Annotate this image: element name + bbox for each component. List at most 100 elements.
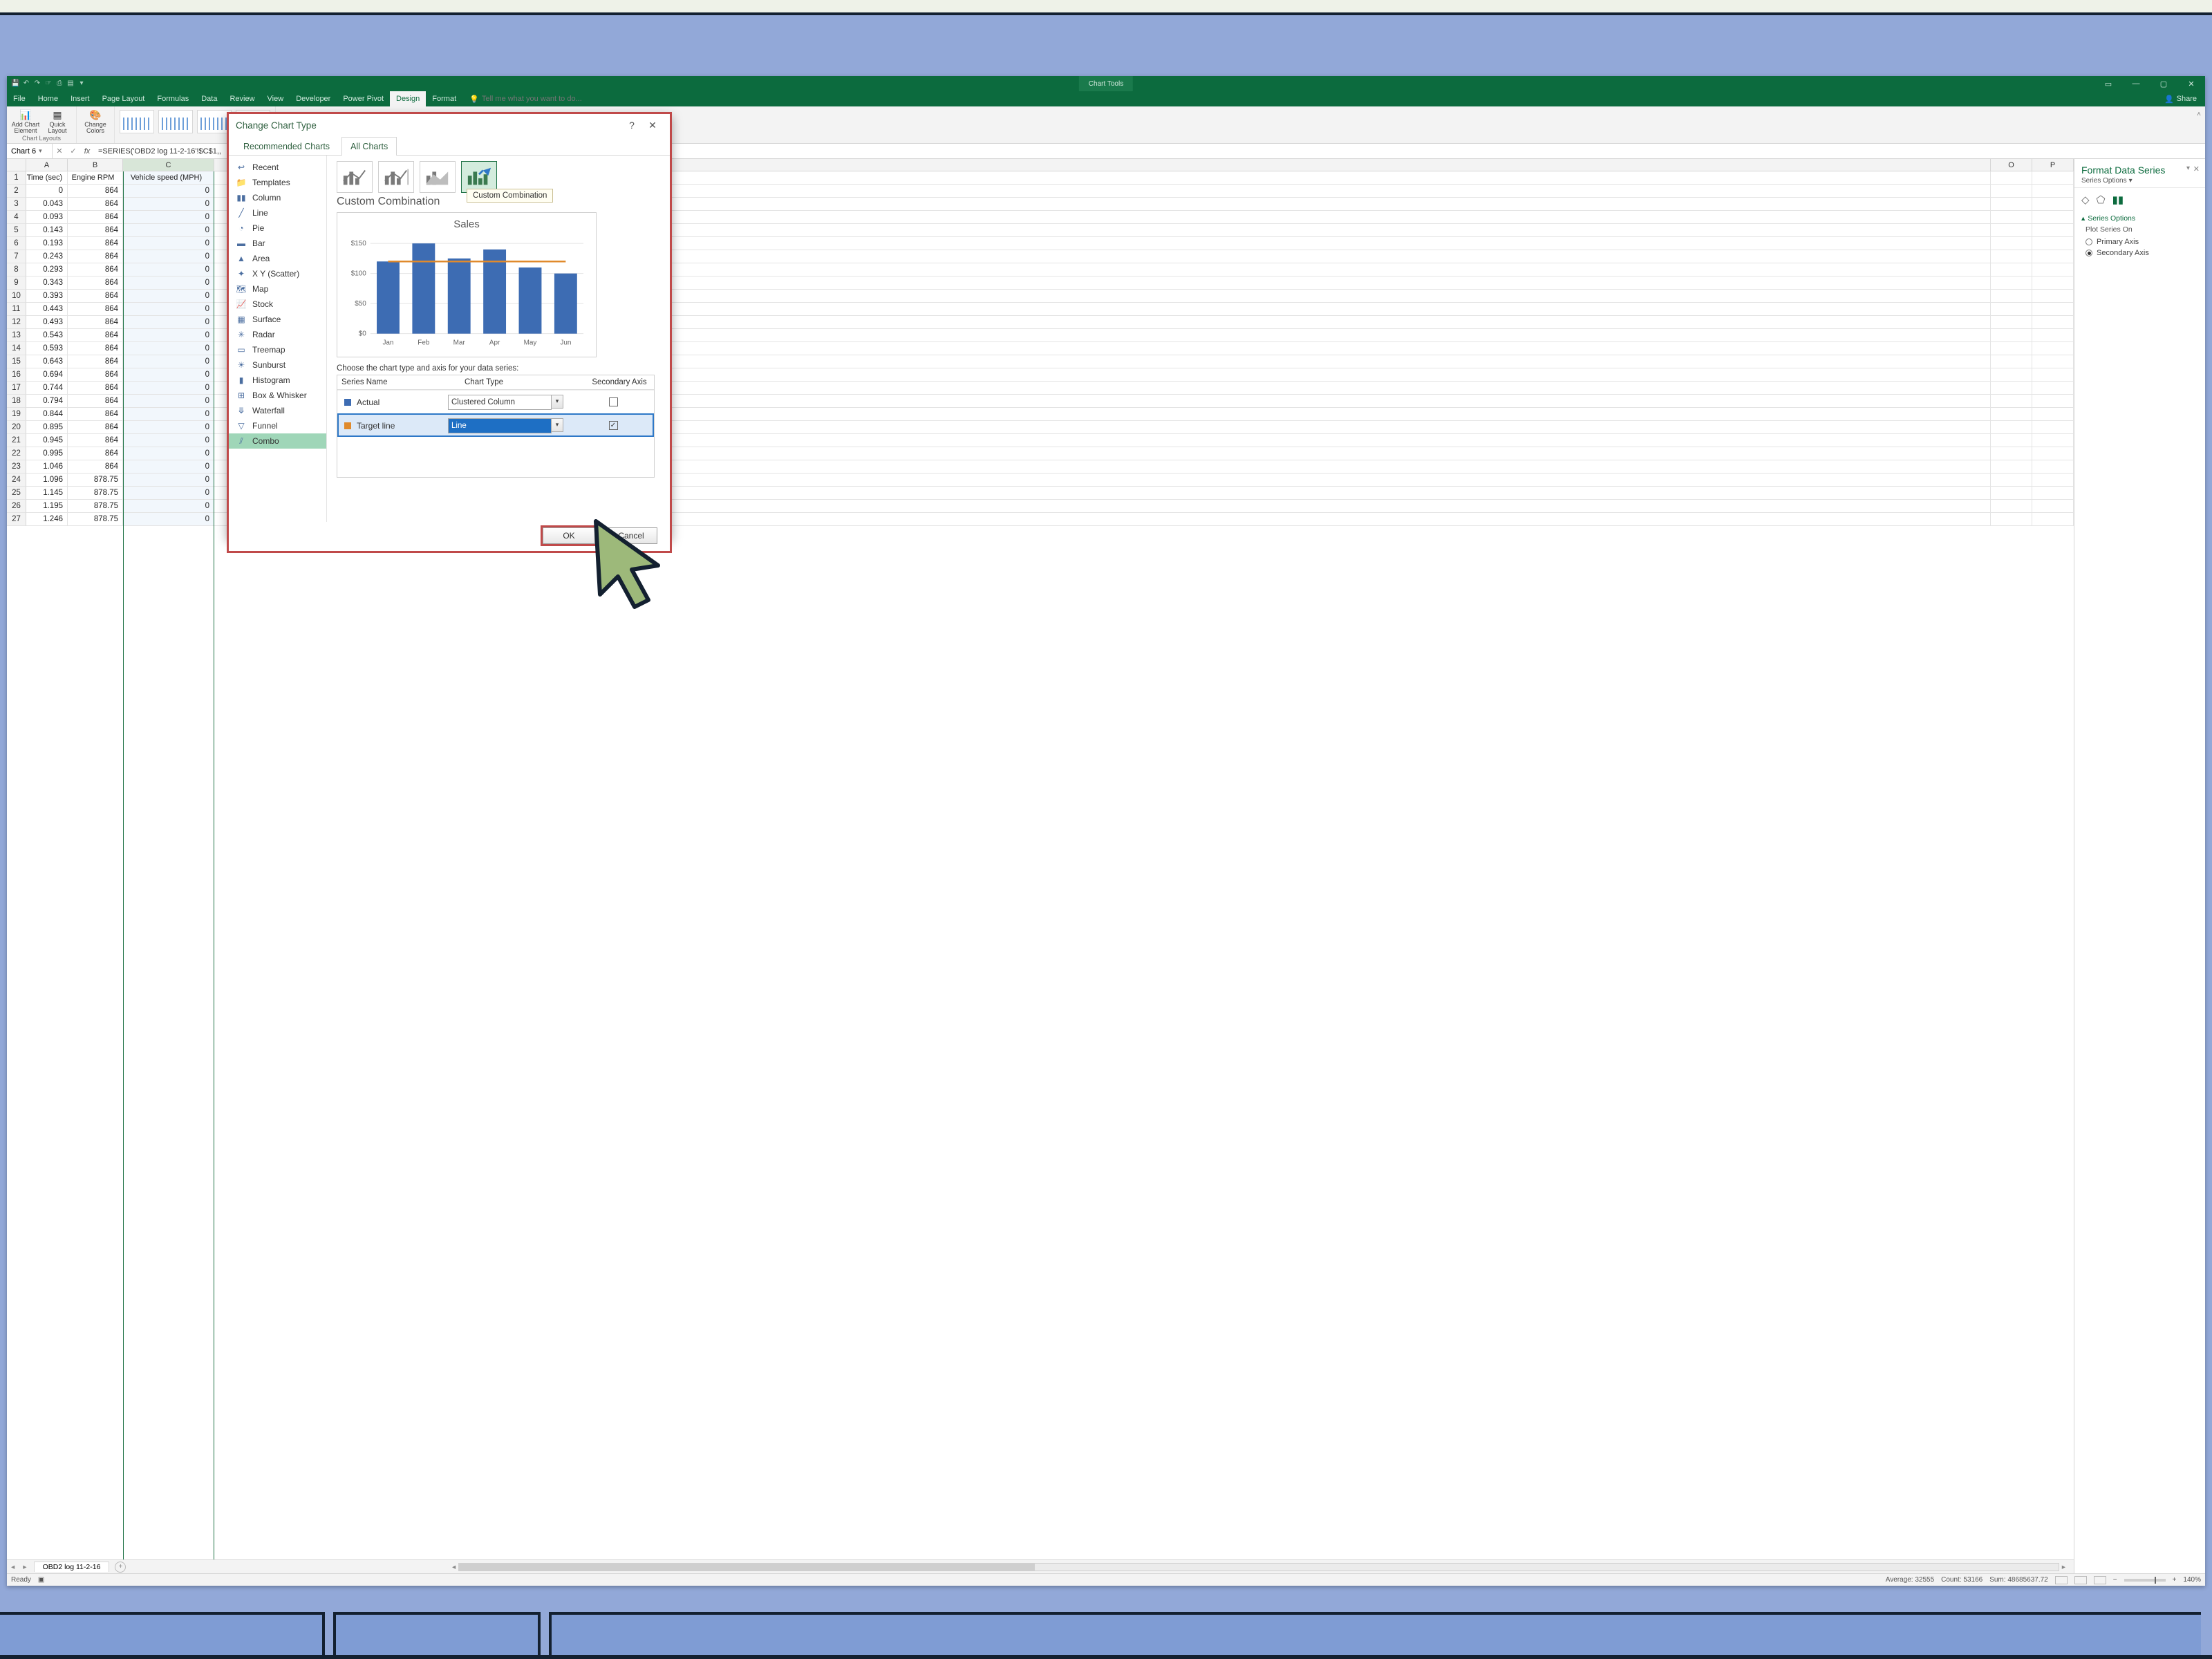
chart-category-treemap[interactable]: ▭Treemap — [229, 342, 326, 357]
row-header[interactable]: 21 — [7, 434, 26, 447]
col-header-C[interactable]: C — [123, 159, 214, 171]
dialog-tab-all-charts[interactable]: All Charts — [341, 137, 397, 156]
cell[interactable] — [2032, 395, 2074, 408]
cell[interactable]: 0 — [123, 368, 214, 382]
cell[interactable]: 0.293 — [26, 263, 68, 276]
sheet-nav-prev-icon[interactable]: ◂ — [7, 1563, 19, 1571]
secondary-axis-radio[interactable]: Secondary Axis — [2086, 247, 2194, 259]
cell[interactable]: Engine RPM — [68, 171, 123, 185]
row-header[interactable]: 3 — [7, 198, 26, 211]
zoom-in-button[interactable]: + — [2173, 1576, 2177, 1584]
cell[interactable]: 0 — [26, 185, 68, 198]
cell[interactable]: 0 — [123, 263, 214, 276]
cell[interactable] — [1991, 290, 2032, 303]
row-header[interactable]: 8 — [7, 263, 26, 276]
cell[interactable]: 0 — [123, 250, 214, 263]
cell[interactable] — [1991, 500, 2032, 513]
cell[interactable]: 864 — [68, 316, 123, 329]
cell[interactable]: 0 — [123, 303, 214, 316]
cell[interactable]: 0.043 — [26, 198, 68, 211]
row-header[interactable]: 22 — [7, 447, 26, 460]
cell[interactable] — [1991, 250, 2032, 263]
cell[interactable]: 0.694 — [26, 368, 68, 382]
quick-layout-button[interactable]: ▦ Quick Layout — [43, 109, 72, 135]
chart-category-pie[interactable]: ◔Pie — [229, 221, 326, 236]
sheet-tab[interactable]: OBD2 log 11-2-16 — [34, 1562, 110, 1572]
cell[interactable]: 0 — [123, 316, 214, 329]
ribbon-tab-insert[interactable]: Insert — [64, 91, 96, 106]
cell[interactable] — [1991, 303, 2032, 316]
cell[interactable] — [2032, 316, 2074, 329]
series-options-menu[interactable]: Series Options ▾ — [2081, 177, 2133, 185]
col-header-P[interactable]: P — [2032, 159, 2074, 171]
row-header[interactable]: 7 — [7, 250, 26, 263]
cell[interactable]: 864 — [68, 198, 123, 211]
chart-category-templates[interactable]: 📁Templates — [229, 175, 326, 190]
chart-category-funnel[interactable]: ▽Funnel — [229, 418, 326, 433]
chart-category-radar[interactable]: ✳Radar — [229, 327, 326, 342]
cell[interactable]: 864 — [68, 185, 123, 198]
cell[interactable]: 0.143 — [26, 224, 68, 237]
fill-line-icon[interactable]: ◇ — [2081, 194, 2090, 206]
cell[interactable] — [2032, 303, 2074, 316]
share-button[interactable]: 👤 Share — [2156, 91, 2205, 106]
col-header-B[interactable]: B — [68, 159, 123, 171]
cell[interactable]: Time (sec) — [26, 171, 68, 185]
primary-axis-radio[interactable]: Primary Axis — [2086, 236, 2194, 247]
ribbon-tab-home[interactable]: Home — [32, 91, 64, 106]
chart-style-thumb[interactable] — [120, 110, 154, 133]
series-options-section[interactable]: ▴ Series Options — [2074, 212, 2205, 223]
cell[interactable] — [2032, 185, 2074, 198]
row-header[interactable]: 6 — [7, 237, 26, 250]
cell[interactable]: 0 — [123, 290, 214, 303]
cell[interactable]: 0 — [123, 276, 214, 290]
col-header-O[interactable]: O — [1991, 159, 2032, 171]
ribbon-tab-page-layout[interactable]: Page Layout — [96, 91, 151, 106]
cell[interactable]: 864 — [68, 355, 123, 368]
add-chart-element-button[interactable]: 📊 Add Chart Element — [11, 109, 40, 135]
view-page-layout-icon[interactable] — [2074, 1576, 2087, 1584]
row-header[interactable]: 23 — [7, 460, 26, 474]
effects-icon[interactable]: ⬠ — [2097, 194, 2106, 206]
cell[interactable]: 864 — [68, 368, 123, 382]
cell[interactable]: 0.243 — [26, 250, 68, 263]
cell[interactable] — [2032, 382, 2074, 395]
row-header[interactable]: 4 — [7, 211, 26, 224]
cell[interactable]: 0 — [123, 224, 214, 237]
chart-category-x-y-scatter-[interactable]: ✦X Y (Scatter) — [229, 266, 326, 281]
cell[interactable] — [2032, 329, 2074, 342]
cell[interactable] — [1991, 447, 2032, 460]
dropdown-icon[interactable]: ▾ — [551, 418, 563, 432]
cell[interactable] — [1991, 171, 2032, 185]
dialog-close-icon[interactable]: ✕ — [642, 120, 663, 131]
cell[interactable] — [1991, 316, 2032, 329]
cell[interactable] — [2032, 290, 2074, 303]
undo-icon[interactable]: ↶ — [22, 79, 30, 88]
cell[interactable]: 1.096 — [26, 474, 68, 487]
chart-category-area[interactable]: ▲Area — [229, 251, 326, 266]
row-header[interactable]: 16 — [7, 368, 26, 382]
tell-me-search[interactable]: 💡 — [462, 91, 585, 106]
cell[interactable] — [2032, 474, 2074, 487]
ribbon-tab-developer[interactable]: Developer — [290, 91, 337, 106]
cell[interactable]: 864 — [68, 447, 123, 460]
ok-button[interactable]: OK — [543, 527, 595, 544]
qat-more-icon[interactable]: ▾ — [77, 79, 86, 88]
cell[interactable] — [1991, 329, 2032, 342]
cell[interactable] — [1991, 421, 2032, 434]
view-page-break-icon[interactable] — [2094, 1576, 2106, 1584]
cell[interactable] — [2032, 237, 2074, 250]
cell[interactable]: 0.744 — [26, 382, 68, 395]
zoom-slider[interactable] — [2124, 1579, 2166, 1582]
secondary-axis-checkbox-target[interactable]: ✓ — [609, 421, 618, 430]
cell[interactable]: 0 — [123, 421, 214, 434]
secondary-axis-checkbox-actual[interactable] — [609, 397, 618, 406]
col-header-A[interactable]: A — [26, 159, 68, 171]
pane-close-icon[interactable]: ✕ — [2193, 165, 2200, 174]
cell[interactable] — [2032, 368, 2074, 382]
print-icon[interactable]: ⎙ — [55, 79, 64, 88]
cell[interactable]: 0.543 — [26, 329, 68, 342]
chart-category-recent[interactable]: ↩Recent — [229, 160, 326, 175]
cell[interactable]: 864 — [68, 263, 123, 276]
zoom-level[interactable]: 140% — [2183, 1576, 2201, 1584]
